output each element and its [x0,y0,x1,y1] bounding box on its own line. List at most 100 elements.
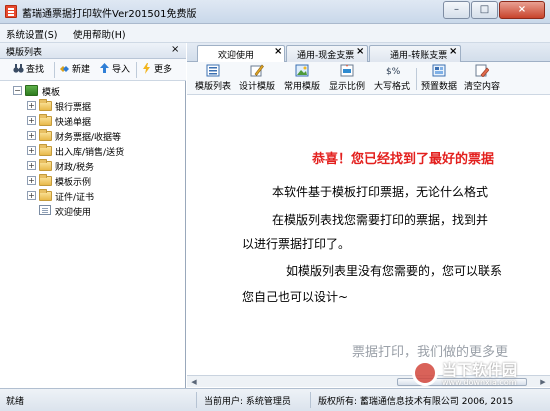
tree-node-express[interactable]: + 快递单据 [0,113,186,128]
folder-icon [39,99,52,111]
toolbar-label: 常用模版 [283,82,320,92]
tree-node-certificates[interactable]: + 证件/证书 [0,188,186,203]
toolbar-label: 大写格式 [373,82,410,92]
welcome-content: 恭喜！您已经找到了最好的票据 本软件基于模板打印票据，无论什么格式 在模版列表找… [187,95,550,375]
uppercase-format-button[interactable]: $% 大写格式 [370,64,414,92]
tab-close-icon[interactable]: × [274,46,282,57]
binoculars-icon [13,63,24,74]
template-list-header: 模版列表 × [0,43,186,59]
tree-node-label: 模板示例 [55,178,92,188]
intro-line-4: 如模版列表里没有您需要的，您可以联系 [286,264,503,278]
expand-icon[interactable]: + [27,191,36,200]
title-bar: 蓄瑞通票据打印软件Ver201501免费版 – □ × [0,0,550,24]
tab-cash-cheque[interactable]: 通用-现金支票 × [286,45,368,62]
list-icon [206,64,220,77]
expand-icon[interactable]: + [27,101,36,110]
more-label: 更多 [154,65,173,75]
toolbar-label: 显示比例 [328,82,365,92]
zoom-ratio-button[interactable]: 显示比例 [325,64,369,92]
document-icon [39,205,51,215]
root-folder-icon [25,85,38,96]
preset-data-button[interactable]: 预置数据 [419,64,459,92]
folder-icon [39,144,52,156]
tab-transfer-cheque[interactable]: 通用-转账支票 × [369,45,461,62]
folder-icon [39,129,52,141]
intro-line-3: 以进行票据打印了。 [242,237,351,251]
import-arrow-icon [99,63,110,74]
menu-system-settings[interactable]: 系统设置(S) [6,27,57,41]
folder-icon [39,114,52,126]
expand-icon[interactable]: + [27,146,36,155]
tree-node-bank-notes[interactable]: + 银行票据 [0,98,186,113]
welcome-headline: 恭喜！您已经找到了最好的票据 [312,152,495,167]
document-tabs: 欢迎使用 × 通用-现金支票 × 通用-转账支票 × [187,43,550,63]
tree-node-label: 财务票据/收据等 [55,133,122,143]
menu-bar: 系统设置(S) 使用帮助(H) [0,24,550,43]
intro-line-2: 在模版列表找您需要打印的票据，找到并 [272,213,489,227]
maximize-button[interactable]: □ [471,1,498,19]
database-icon [432,64,446,77]
clear-content-button[interactable]: 清空内容 [462,64,502,92]
expand-icon[interactable]: + [27,176,36,185]
status-divider [196,392,197,408]
toolbar-label: 预置数据 [420,82,457,92]
tree-node-label: 出入库/销售/送货 [55,148,125,158]
main-toolbar: 模版列表 设计模版 常用模版 显示比例 $% 大写格式 预置数据 清空内容 [187,62,550,95]
tree-node-examples[interactable]: + 模板示例 [0,173,186,188]
tab-close-icon[interactable]: × [356,46,364,57]
tab-welcome[interactable]: 欢迎使用 × [197,45,285,63]
minimize-button[interactable]: – [443,1,470,19]
more-button[interactable]: 更多 [141,62,172,78]
template-list-button[interactable]: 模版列表 [193,64,233,92]
tree-node-label: 银行票据 [55,103,92,113]
tree-node-label: 模板 [42,88,61,98]
picture-icon [295,64,309,77]
currency-icon: $% [385,64,401,77]
scroll-left-icon[interactable]: ◀ [188,377,200,387]
tab-close-icon[interactable]: × [449,46,457,57]
new-button[interactable]: 新建 [59,62,90,78]
app-icon [5,5,17,18]
folder-icon [39,189,52,201]
collapse-icon[interactable]: − [13,86,22,95]
design-template-button[interactable]: 设计模版 [235,64,279,92]
tree-node-label: 欢迎使用 [55,208,92,218]
zoom-icon [340,64,354,77]
tree-node-tax[interactable]: + 财政/税务 [0,158,186,173]
folder-icon [39,159,52,171]
template-list-panel: 模版列表 × 查找 新建 导入 更多 − 模板 + 银行票据 + 快递单据 + … [0,43,186,388]
tree-node-welcome[interactable]: 欢迎使用 [0,203,186,218]
tree-node-label: 证件/证书 [55,193,95,203]
import-label: 导入 [112,65,131,75]
toolbar-label: 设计模版 [238,82,275,92]
expand-icon[interactable]: + [27,131,36,140]
status-copyright: 版权所有: 蓄瑞通信息技术有限公司 2006, 2015 [318,397,514,407]
lightning-icon [141,63,152,74]
tree-node-label: 快递单据 [55,118,92,128]
import-button[interactable]: 导入 [99,62,130,78]
template-list-toolbar: 查找 新建 导入 更多 [0,59,186,81]
expand-icon[interactable]: + [27,116,36,125]
common-templates-button[interactable]: 常用模版 [280,64,324,92]
new-link-icon [59,63,70,74]
tree-node-warehouse[interactable]: + 出入库/销售/送货 [0,143,186,158]
expand-icon[interactable]: + [27,161,36,170]
panel-close-icon[interactable]: × [171,44,179,55]
find-button[interactable]: 查找 [13,62,44,78]
status-current-user: 当前用户: 系统管理员 [204,397,291,407]
svg-text:$%: $% [386,67,401,77]
close-button[interactable]: × [499,1,545,19]
eraser-icon [475,64,490,78]
tree-node-finance[interactable]: + 财务票据/收据等 [0,128,186,143]
tree-node-root[interactable]: − 模板 [0,83,186,98]
tab-label: 通用-转账支票 [390,51,448,61]
toolbar-label: 清空内容 [463,82,500,92]
menu-help[interactable]: 使用帮助(H) [73,27,126,41]
pencil-icon [250,64,264,77]
toolbar-divider [416,68,417,90]
window-title: 蓄瑞通票据打印软件Ver201501免费版 [22,9,197,20]
tree-node-label: 财政/税务 [55,163,95,173]
intro-line-1: 本软件基于模板打印票据，无论什么格式 [272,185,489,199]
toolbar-label: 模版列表 [194,82,231,92]
folder-icon [39,174,52,186]
